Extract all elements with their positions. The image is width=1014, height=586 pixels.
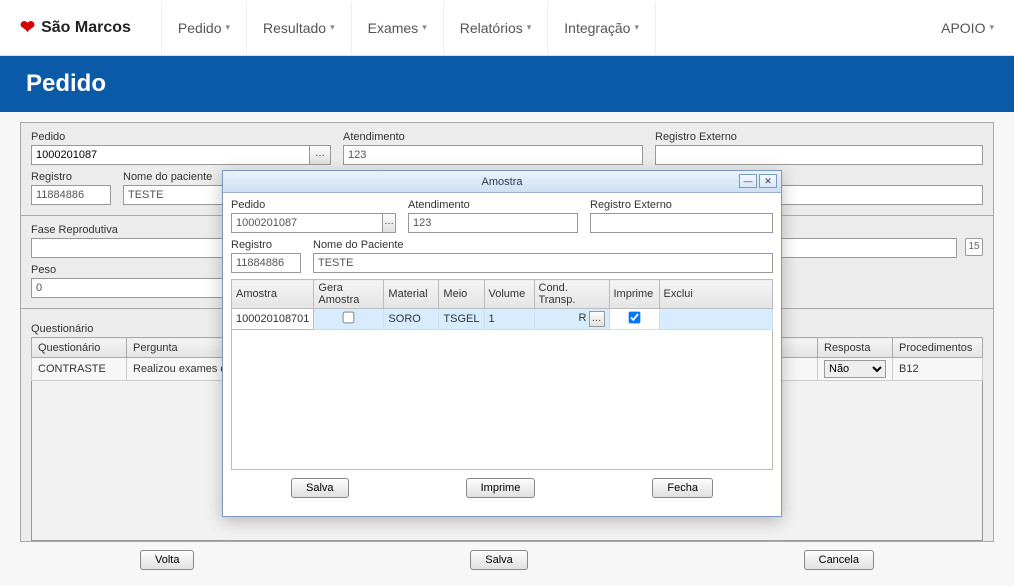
calendar-icon[interactable]: 15 bbox=[965, 238, 983, 256]
modal-atend-label: Atendimento bbox=[408, 199, 578, 211]
modal-registro-input[interactable] bbox=[231, 253, 301, 273]
volta-button[interactable]: Volta bbox=[140, 550, 194, 570]
peso-input[interactable] bbox=[31, 278, 231, 298]
peso-label: Peso bbox=[31, 264, 231, 276]
pedido-label: Pedido bbox=[31, 131, 331, 143]
modal-registro-label: Registro bbox=[231, 239, 301, 251]
cell-meio: TSGEL bbox=[439, 309, 484, 330]
cell-exclui[interactable] bbox=[659, 309, 773, 330]
chevron-down-icon: ▾ bbox=[422, 22, 427, 33]
amostra-modal: Amostra — ✕ Pedido … Atendimento Registr… bbox=[222, 170, 782, 517]
nav-relatorios-label: Relatórios bbox=[460, 20, 523, 36]
modal-salva-button[interactable]: Salva bbox=[291, 478, 349, 498]
modal-pedido-label: Pedido bbox=[231, 199, 396, 211]
pedido-input[interactable] bbox=[31, 145, 310, 165]
registro-input[interactable] bbox=[31, 185, 111, 205]
nav-menu: Pedido▾ Resultado▾ Exames▾ Relatórios▾ I… bbox=[161, 2, 656, 54]
col-procedimentos: Procedimentos bbox=[893, 338, 983, 358]
heart-icon: ❤ bbox=[20, 17, 35, 38]
modal-regext-input[interactable] bbox=[590, 213, 773, 233]
atend-input[interactable] bbox=[343, 145, 643, 165]
cell-cond[interactable]: R … bbox=[534, 309, 609, 330]
topbar: ❤ São Marcos Pedido▾ Resultado▾ Exames▾ … bbox=[0, 0, 1014, 56]
chevron-down-icon: ▾ bbox=[989, 22, 994, 33]
nav-pedido[interactable]: Pedido ▾ bbox=[161, 2, 246, 54]
modal-fecha-button[interactable]: Fecha bbox=[652, 478, 713, 498]
chevron-down-icon: ▾ bbox=[527, 22, 532, 33]
nav-exames[interactable]: Exames▾ bbox=[351, 2, 443, 54]
col-exclui: Exclui bbox=[659, 280, 773, 309]
modal-regext-label: Registro Externo bbox=[590, 199, 773, 211]
regext-label: Registro Externo bbox=[655, 131, 983, 143]
col-amostra: Amostra bbox=[232, 280, 314, 309]
atend-label: Atendimento bbox=[343, 131, 643, 143]
chevron-down-icon: ▾ bbox=[226, 22, 231, 33]
gera-checkbox[interactable] bbox=[343, 312, 355, 324]
salva-button[interactable]: Salva bbox=[470, 550, 528, 570]
amostra-table: Amostra Gera Amostra Material Meio Volum… bbox=[231, 279, 773, 330]
modal-nome-input[interactable] bbox=[313, 253, 773, 273]
col-volume: Volume bbox=[484, 280, 534, 309]
nav-relatorios[interactable]: Relatórios ▾ bbox=[443, 2, 548, 54]
table-header-row: Amostra Gera Amostra Material Meio Volum… bbox=[232, 280, 773, 309]
modal-title: Amostra bbox=[482, 176, 523, 188]
col-gera: Gera Amostra bbox=[314, 280, 384, 309]
cell-imprime[interactable] bbox=[609, 309, 659, 330]
cell-proc: B12 bbox=[893, 358, 983, 381]
chevron-down-icon: ▾ bbox=[330, 22, 335, 33]
imprime-checkbox[interactable] bbox=[628, 312, 640, 324]
modal-body: Pedido … Atendimento Registro Externo Re… bbox=[223, 193, 781, 516]
col-questionario: Questionário bbox=[32, 338, 127, 358]
cell-material: SORO bbox=[384, 309, 439, 330]
cancela-button[interactable]: Cancela bbox=[804, 550, 874, 570]
minimize-button[interactable]: — bbox=[739, 174, 757, 188]
modal-atend-input[interactable] bbox=[408, 213, 578, 233]
nav-integracao-label: Integração bbox=[564, 20, 630, 36]
cond-value: R bbox=[578, 312, 586, 324]
nav-pedido-label: Pedido bbox=[178, 20, 222, 36]
close-button[interactable]: ✕ bbox=[759, 174, 777, 188]
amostra-blank-area bbox=[231, 330, 773, 470]
nav-apoio[interactable]: APOIO ▾ bbox=[941, 20, 994, 36]
modal-actions: Salva Imprime Fecha bbox=[231, 470, 773, 508]
modal-pedido-lookup-button[interactable]: … bbox=[382, 213, 396, 233]
chevron-down-icon: ▾ bbox=[634, 22, 639, 33]
cell-volume: 1 bbox=[484, 309, 534, 330]
nav-integracao[interactable]: Integração ▾ bbox=[547, 2, 656, 54]
modal-nome-label: Nome do Paciente bbox=[313, 239, 773, 251]
resposta-select[interactable]: Não bbox=[824, 360, 886, 378]
col-cond: Cond. Transp. bbox=[534, 280, 609, 309]
modal-titlebar[interactable]: Amostra — ✕ bbox=[223, 171, 781, 193]
modal-pedido-input[interactable] bbox=[231, 213, 383, 233]
regext-input[interactable] bbox=[655, 145, 983, 165]
col-imprime: Imprime bbox=[609, 280, 659, 309]
nav-exames-label: Exames bbox=[368, 20, 419, 36]
col-resposta: Resposta bbox=[818, 338, 893, 358]
table-row[interactable]: 100020108701 SORO TSGEL 1 R … bbox=[232, 309, 773, 330]
modal-imprime-button[interactable]: Imprime bbox=[466, 478, 536, 498]
nav-apoio-label: APOIO bbox=[941, 20, 985, 36]
registro-label: Registro bbox=[31, 171, 111, 183]
bottom-buttons: Volta Salva Cancela bbox=[20, 542, 994, 580]
col-meio: Meio bbox=[439, 280, 484, 309]
cell-amostra: 100020108701 bbox=[232, 309, 314, 330]
nav-resultado-label: Resultado bbox=[263, 20, 326, 36]
nav-resultado[interactable]: Resultado ▾ bbox=[246, 2, 351, 54]
pedido-lookup-button[interactable]: … bbox=[309, 145, 331, 165]
page-title: Pedido bbox=[0, 56, 1014, 112]
col-material: Material bbox=[384, 280, 439, 309]
cell-resposta[interactable]: Não bbox=[818, 358, 893, 381]
cond-lookup-button[interactable]: … bbox=[589, 311, 605, 327]
brand-text: São Marcos bbox=[41, 19, 131, 37]
cell-gera[interactable] bbox=[314, 309, 384, 330]
brand-logo: ❤ São Marcos bbox=[20, 17, 131, 38]
cell-questionario: CONTRASTE bbox=[32, 358, 127, 381]
